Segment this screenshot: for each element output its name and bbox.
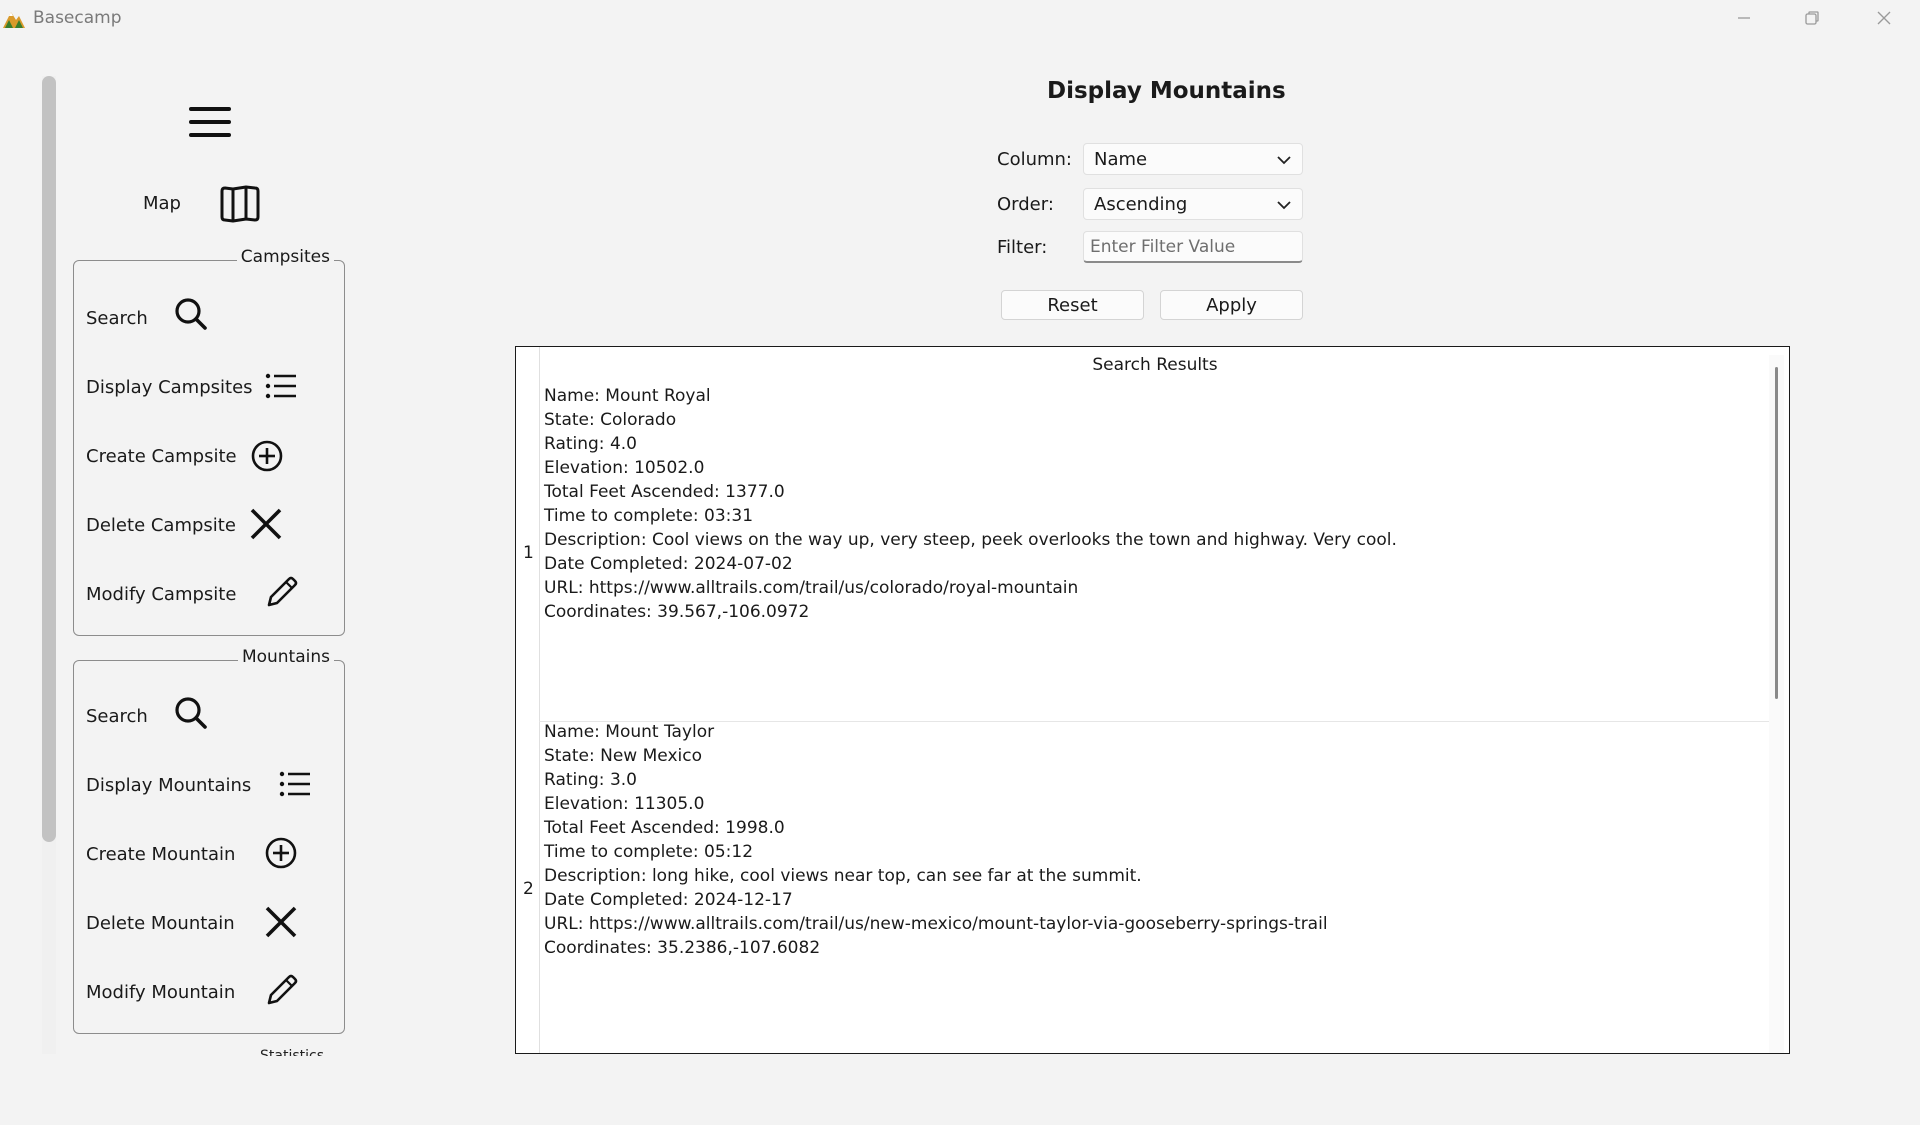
search-results-table[interactable]: Search Results 1 Name: Mount Royal State…	[515, 346, 1790, 1054]
record-url: URL: https://www.alltrails.com/trail/us/…	[544, 914, 1328, 934]
filter-label: Filter:	[997, 237, 1048, 258]
map-icon[interactable]	[218, 184, 262, 224]
close-button[interactable]	[1850, 0, 1918, 36]
column-select[interactable]: Name	[1083, 143, 1303, 175]
page-title: Display Mountains	[1047, 78, 1286, 104]
campsites-group: Campsites Search Display Campsites Creat…	[73, 247, 345, 636]
modify-campsite-item[interactable]: Modify Campsite	[86, 574, 236, 614]
hamburger-icon[interactable]	[188, 104, 232, 140]
modify-mountain-item[interactable]: Modify Mountain	[86, 972, 235, 1012]
column-label: Column:	[997, 149, 1072, 170]
mountains-group-title: Mountains	[237, 647, 334, 667]
record-elevation: Elevation: 10502.0	[544, 458, 705, 478]
record-rating: Rating: 3.0	[544, 770, 637, 790]
sidebar-scrollbar-thumb[interactable]	[42, 76, 56, 842]
record-name: Name: Mount Taylor	[544, 722, 715, 742]
record-date: Date Completed: 2024-07-02	[544, 554, 793, 574]
table-row[interactable]: Name: Mount Royal State: Colorado Rating…	[544, 384, 1397, 624]
display-mountains-item[interactable]: Display Mountains	[86, 765, 251, 805]
menu-item-label: Create Campsite	[86, 445, 237, 467]
pencil-icon[interactable]	[263, 575, 299, 611]
order-label: Order:	[997, 194, 1054, 215]
map-label[interactable]: Map	[143, 193, 181, 214]
reset-button[interactable]: Reset	[1001, 290, 1144, 320]
menu-item-label: Delete Mountain	[86, 912, 235, 934]
mountain-logo-icon	[3, 12, 25, 28]
chevron-down-icon	[1277, 201, 1291, 210]
record-feet-ascended: Total Feet Ascended: 1998.0	[544, 818, 785, 838]
add-circle-icon[interactable]	[263, 835, 299, 871]
campsite-search-item[interactable]: Search	[86, 298, 148, 338]
results-scrollbar-thumb[interactable]	[1775, 367, 1778, 699]
x-icon[interactable]	[248, 506, 284, 542]
record-description: Description: Cool views on the way up, v…	[544, 530, 1397, 550]
add-circle-icon[interactable]	[249, 438, 285, 474]
record-time: Time to complete: 03:31	[544, 506, 754, 526]
delete-mountain-item[interactable]: Delete Mountain	[86, 903, 235, 943]
menu-item-label: Search	[86, 705, 148, 727]
create-mountain-item[interactable]: Create Mountain	[86, 834, 235, 874]
column-select-value: Name	[1094, 149, 1148, 170]
mountains-group: Mountains Search Display Mountains Creat…	[73, 647, 345, 1034]
list-icon[interactable]	[277, 767, 313, 803]
record-date: Date Completed: 2024-12-17	[544, 890, 793, 910]
campsites-group-title: Campsites	[236, 247, 334, 267]
row-number-divider	[539, 347, 540, 1053]
minimize-button[interactable]	[1710, 0, 1778, 36]
display-campsites-item[interactable]: Display Campsites	[86, 367, 253, 407]
record-coordinates: Coordinates: 39.567,-106.0972	[544, 602, 810, 622]
close-icon	[1877, 11, 1891, 25]
mountain-search-item[interactable]: Search	[86, 696, 148, 736]
table-row[interactable]: Name: Mount Taylor State: New Mexico Rat…	[544, 720, 1328, 960]
window-title: Basecamp	[33, 8, 122, 28]
row-number: 2	[523, 879, 534, 899]
menu-item-label: Display Mountains	[86, 774, 252, 796]
search-icon[interactable]	[173, 695, 209, 731]
menu-item-label: Create Mountain	[86, 843, 236, 865]
record-description: Description: long hike, cool views near …	[544, 866, 1142, 886]
menu-item-label: Delete Campsite	[86, 514, 236, 536]
record-elevation: Elevation: 11305.0	[544, 794, 705, 814]
order-select-value: Ascending	[1094, 194, 1188, 215]
list-icon[interactable]	[263, 369, 299, 405]
order-select[interactable]: Ascending	[1083, 188, 1303, 220]
record-rating: Rating: 4.0	[544, 434, 637, 454]
record-name: Name: Mount Royal	[544, 386, 711, 406]
search-icon[interactable]	[173, 296, 209, 332]
filter-input[interactable]	[1083, 231, 1303, 263]
record-coordinates: Coordinates: 35.2386,-107.6082	[544, 938, 821, 958]
pencil-icon[interactable]	[263, 973, 299, 1009]
delete-campsite-item[interactable]: Delete Campsite	[86, 505, 236, 545]
x-icon[interactable]	[263, 904, 299, 940]
row-number: 1	[523, 543, 534, 563]
apply-button[interactable]: Apply	[1160, 290, 1303, 320]
create-campsite-item[interactable]: Create Campsite	[86, 436, 237, 476]
menu-item-label: Modify Mountain	[86, 981, 236, 1003]
results-header: Search Results	[1092, 355, 1218, 375]
record-time: Time to complete: 05:12	[544, 842, 754, 862]
restore-icon	[1805, 11, 1819, 25]
minimize-icon	[1738, 17, 1750, 19]
menu-item-label: Display Campsites	[86, 376, 253, 398]
statistics-group-title: Statistics	[260, 1048, 324, 1056]
record-state: State: Colorado	[544, 410, 677, 430]
menu-item-label: Modify Campsite	[86, 583, 237, 605]
title-bar: Basecamp	[0, 0, 1920, 36]
menu-item-label: Search	[86, 307, 148, 329]
chevron-down-icon	[1277, 156, 1291, 165]
record-state: State: New Mexico	[544, 746, 702, 766]
restore-button[interactable]	[1778, 0, 1846, 36]
record-url: URL: https://www.alltrails.com/trail/us/…	[544, 578, 1079, 598]
record-feet-ascended: Total Feet Ascended: 1377.0	[544, 482, 785, 502]
